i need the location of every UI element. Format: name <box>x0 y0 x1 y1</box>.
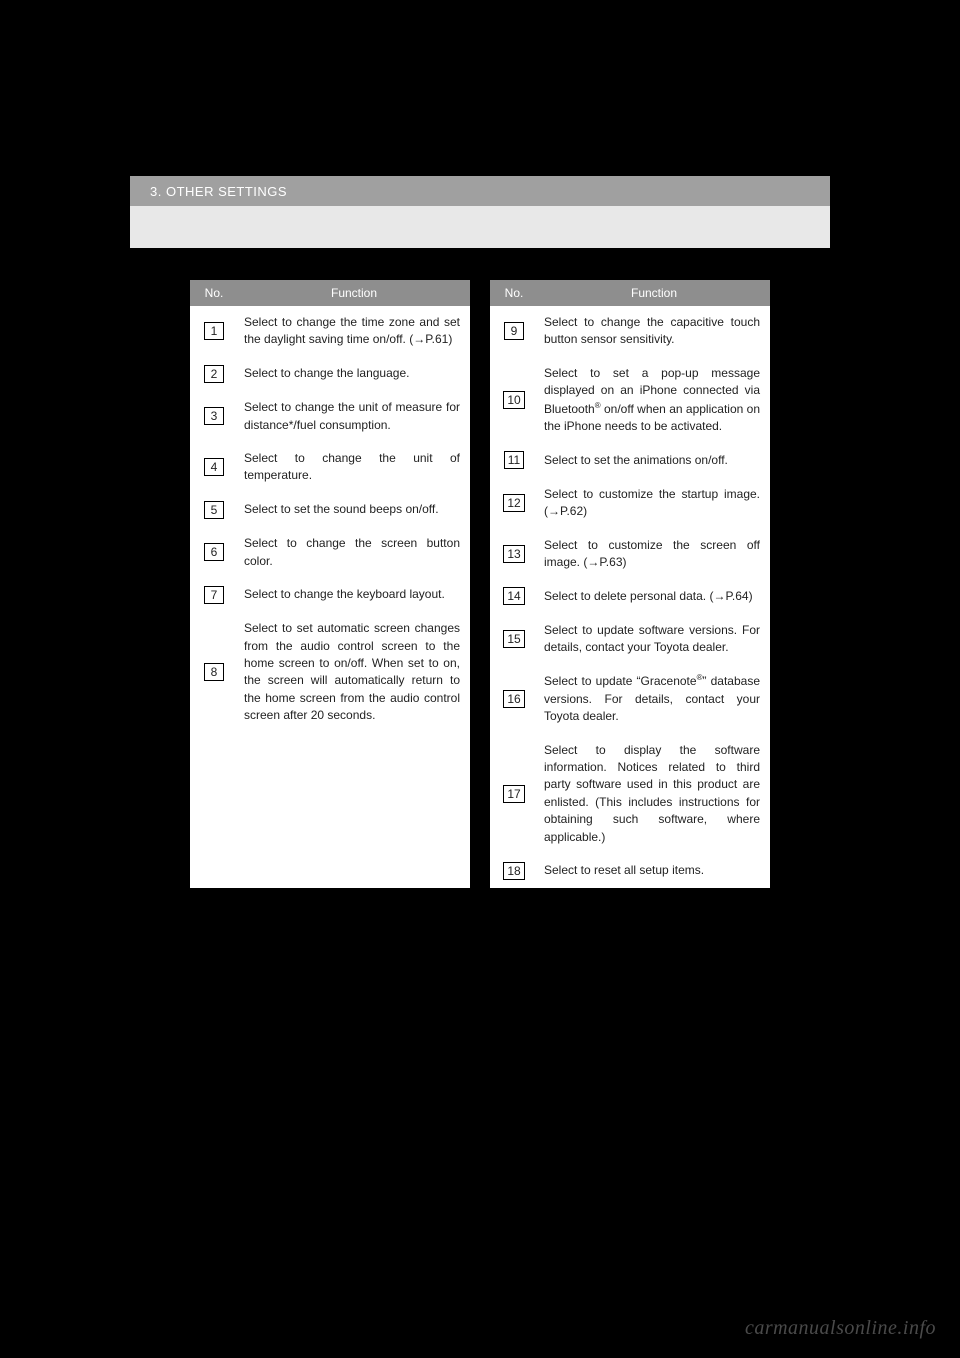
table-row: 15 Select to update software versions. Fo… <box>490 614 770 665</box>
boxed-number-icon: 18 <box>503 862 524 880</box>
left-tbody: 1 Select to change the time zone and set … <box>190 306 470 733</box>
boxed-number-icon: 11 <box>504 451 524 469</box>
row-number-cell: 1 <box>190 306 238 357</box>
boxed-number-icon: 7 <box>204 586 224 604</box>
row-number-cell: 5 <box>190 493 238 527</box>
right-tbody: 9 Select to change the capacitive touch b… <box>490 306 770 888</box>
boxed-number-icon: 10 <box>503 391 524 409</box>
boxed-number-icon: 4 <box>204 458 224 476</box>
table-row: 4 Select to change the unit of temperatur… <box>190 442 470 493</box>
row-function-cell: Select to delete personal data. (→P.64) <box>538 579 770 613</box>
row-number-cell: 15 <box>490 614 538 665</box>
row-number-cell: 18 <box>490 854 538 888</box>
row-number-cell: 12 <box>490 478 538 529</box>
sub-header-band <box>130 206 830 248</box>
row-number-cell: 2 <box>190 357 238 391</box>
boxed-number-icon: 9 <box>504 322 524 340</box>
row-number-cell: 7 <box>190 578 238 612</box>
content-area: No. Function 1 Select to change the time … <box>190 280 770 888</box>
table-row: 2 Select to change the language. <box>190 357 470 391</box>
function-table-right: No. Function 9 Select to change the capac… <box>490 280 770 888</box>
row-function-cell: Select to set the sound beeps on/off. <box>238 493 470 527</box>
right-column: No. Function 9 Select to change the capac… <box>490 280 770 888</box>
table-row: 5 Select to set the sound beeps on/off. <box>190 493 470 527</box>
row-function-cell: Select to update software versions. For … <box>538 614 770 665</box>
section-title: 3. OTHER SETTINGS <box>150 184 287 199</box>
row-number-cell: 17 <box>490 734 538 854</box>
row-function-cell: Select to set a pop-up message displayed… <box>538 357 770 444</box>
col-header-function: Function <box>238 280 470 306</box>
boxed-number-icon: 14 <box>503 587 524 605</box>
row-function-cell: Select to reset all setup items. <box>538 854 770 888</box>
boxed-number-icon: 3 <box>204 407 224 425</box>
row-function-cell: Select to change the unit of temperature… <box>238 442 470 493</box>
row-function-cell: Select to change the unit of measure for… <box>238 391 470 442</box>
function-table-left: No. Function 1 Select to change the time … <box>190 280 470 733</box>
col-header-no: No. <box>190 280 238 306</box>
table-row: 1 Select to change the time zone and set … <box>190 306 470 357</box>
boxed-number-icon: 12 <box>503 494 524 512</box>
table-row: 3 Select to change the unit of measure fo… <box>190 391 470 442</box>
row-function-cell: Select to display the software informati… <box>538 734 770 854</box>
row-number-cell: 13 <box>490 529 538 580</box>
table-row: 13 Select to customize the screen off ima… <box>490 529 770 580</box>
row-function-cell: Select to change the language. <box>238 357 470 391</box>
row-function-cell: Select to customize the startup image. (… <box>538 478 770 529</box>
watermark: carmanualsonline.info <box>745 1317 936 1340</box>
row-function-cell: Select to update “Gracenote®” database v… <box>538 664 770 733</box>
boxed-number-icon: 1 <box>204 322 224 340</box>
left-column: No. Function 1 Select to change the time … <box>190 280 470 888</box>
boxed-number-icon: 16 <box>503 690 524 708</box>
row-function-cell: Select to change the screen button color… <box>238 527 470 578</box>
table-row: 9 Select to change the capacitive touch b… <box>490 306 770 357</box>
section-header-bar: 3. OTHER SETTINGS <box>130 176 830 206</box>
row-number-cell: 3 <box>190 391 238 442</box>
row-number-cell: 9 <box>490 306 538 357</box>
row-function-cell: Select to change the time zone and set t… <box>238 306 470 357</box>
row-number-cell: 16 <box>490 664 538 733</box>
col-header-function: Function <box>538 280 770 306</box>
row-number-cell: 6 <box>190 527 238 578</box>
row-function-cell: Select to change the keyboard layout. <box>238 578 470 612</box>
row-number-cell: 14 <box>490 579 538 613</box>
table-row: 12 Select to customize the startup image.… <box>490 478 770 529</box>
row-number-cell: 11 <box>490 443 538 477</box>
boxed-number-icon: 8 <box>204 663 224 681</box>
boxed-number-icon: 15 <box>503 630 524 648</box>
row-function-cell: Select to set automatic screen changes f… <box>238 612 470 732</box>
boxed-number-icon: 2 <box>204 365 224 383</box>
table-row: 14 Select to delete personal data. (→P.64… <box>490 579 770 613</box>
boxed-number-icon: 6 <box>204 543 224 561</box>
table-row: 7 Select to change the keyboard layout. <box>190 578 470 612</box>
table-row: 10 Select to set a pop-up message display… <box>490 357 770 444</box>
col-header-no: No. <box>490 280 538 306</box>
row-function-cell: Select to set the animations on/off. <box>538 443 770 477</box>
table-row: 18 Select to reset all setup items. <box>490 854 770 888</box>
table-row: 16 Select to update “Gracenote®” database… <box>490 664 770 733</box>
table-row: 11 Select to set the animations on/off. <box>490 443 770 477</box>
table-row: 8 Select to set automatic screen changes … <box>190 612 470 732</box>
boxed-number-icon: 5 <box>204 501 224 519</box>
row-number-cell: 4 <box>190 442 238 493</box>
boxed-number-icon: 17 <box>503 785 524 803</box>
boxed-number-icon: 13 <box>503 545 524 563</box>
row-number-cell: 10 <box>490 357 538 444</box>
row-function-cell: Select to change the capacitive touch bu… <box>538 306 770 357</box>
row-number-cell: 8 <box>190 612 238 732</box>
table-row: 17 Select to display the software informa… <box>490 734 770 854</box>
row-function-cell: Select to customize the screen off image… <box>538 529 770 580</box>
table-row: 6 Select to change the screen button colo… <box>190 527 470 578</box>
